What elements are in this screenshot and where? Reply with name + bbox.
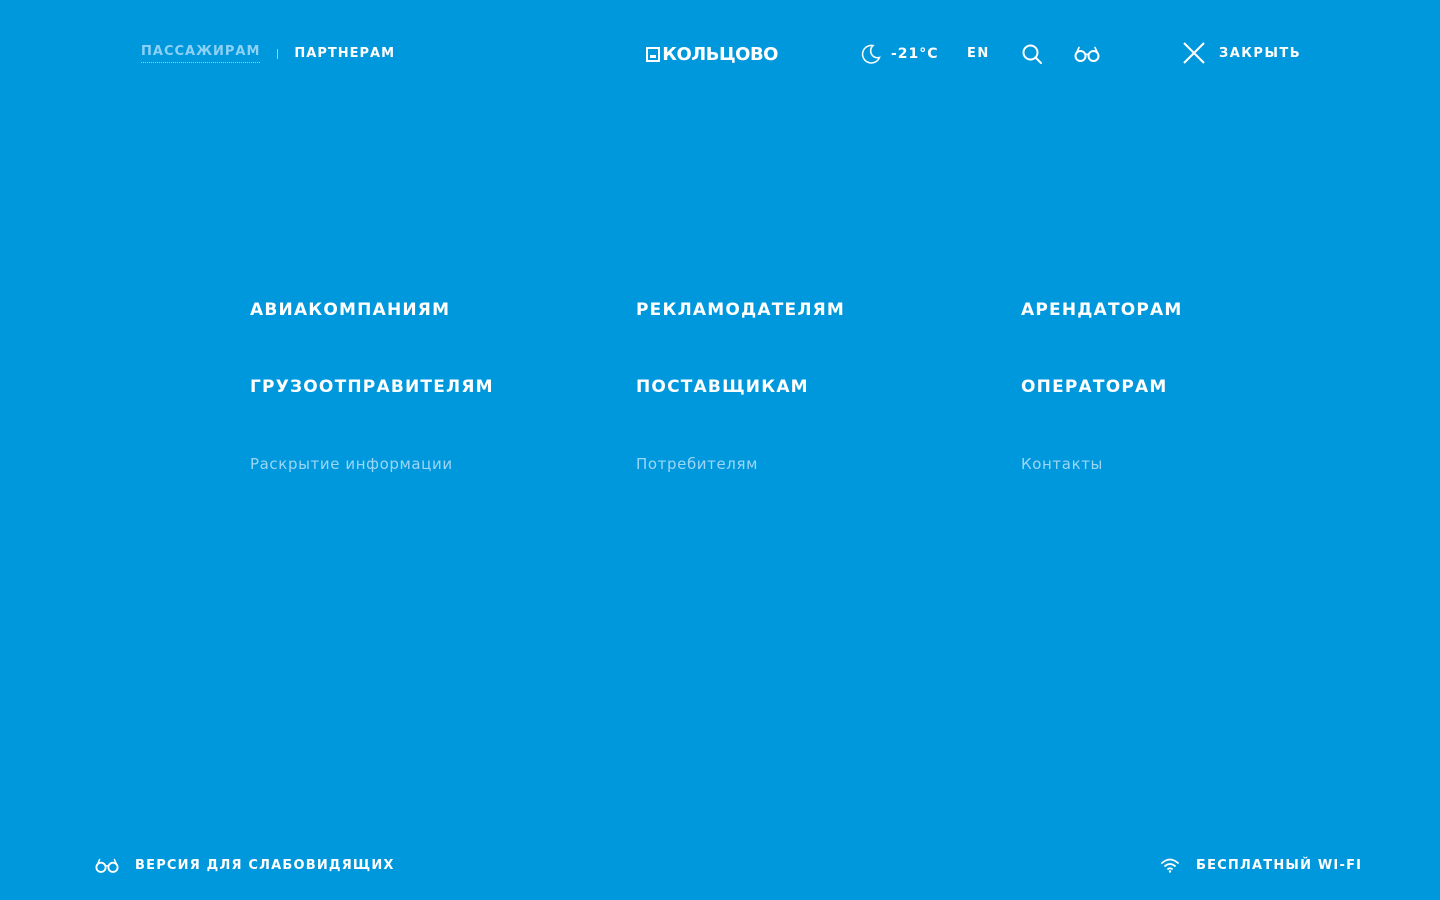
menu-item-operators[interactable]: ОПЕРАТОРАМ (1021, 377, 1168, 397)
free-wifi-label: БЕСПЛАТНЫЙ WI-FI (1196, 857, 1363, 873)
menu-link-contacts[interactable]: Контакты (1021, 455, 1103, 473)
koltsovo-logo[interactable]: КОЛЬЦОВО (646, 44, 778, 68)
menu-item-shippers[interactable]: ГРУЗООТПРАВИТЕЛЯМ (250, 377, 494, 397)
menu-link-disclosure[interactable]: Раскрытие информации (250, 455, 453, 473)
free-wifi-link[interactable]: БЕСПЛАТНЫЙ WI-FI (1160, 857, 1362, 873)
glasses-icon (95, 858, 119, 873)
logo-mark-icon (646, 47, 661, 62)
close-button[interactable]: ЗАКРЫТЬ (1182, 41, 1301, 65)
wifi-icon (1161, 858, 1179, 873)
tab-partners[interactable]: ПАРТНЕРАМ (294, 46, 395, 61)
partners-menu-overlay: ПАССАЖИРАМ ПАРТНЕРАМ КОЛЬЦОВО -21°C EN З… (0, 0, 1440, 900)
logo-text: КОЛЬЦОВО (662, 44, 778, 65)
moon-icon (861, 44, 881, 64)
search-icon (1022, 44, 1042, 64)
tab-passengers[interactable]: ПАССАЖИРАМ (141, 44, 261, 63)
menu-item-airlines[interactable]: АВИАКОМПАНИЯМ (250, 300, 450, 320)
accessibility-version-link[interactable]: ВЕРСИЯ ДЛЯ СЛАБОВИДЯЩИХ (95, 857, 395, 874)
menu-item-tenants[interactable]: АРЕНДАТОРАМ (1021, 300, 1183, 320)
language-switch[interactable]: EN (967, 46, 990, 61)
accessibility-version-label: ВЕРСИЯ ДЛЯ СЛАБОВИДЯЩИХ (135, 858, 395, 873)
search-button[interactable] (1021, 43, 1043, 65)
tab-divider (277, 48, 279, 59)
close-icon (1183, 42, 1205, 64)
audience-tabs: ПАССАЖИРАМ ПАРТНЕРАМ (141, 44, 395, 63)
weather-widget: -21°C (860, 43, 939, 65)
menu-item-advertisers[interactable]: РЕКЛАМОДАТЕЛЯМ (636, 300, 845, 320)
glasses-icon (1074, 46, 1100, 62)
close-label: ЗАКРЫТЬ (1219, 45, 1302, 61)
weather-temperature: -21°C (891, 46, 939, 62)
menu-item-suppliers[interactable]: ПОСТАВЩИКАМ (636, 377, 809, 397)
menu-link-consumers[interactable]: Потребителям (636, 455, 758, 473)
accessibility-button[interactable] (1074, 45, 1100, 63)
